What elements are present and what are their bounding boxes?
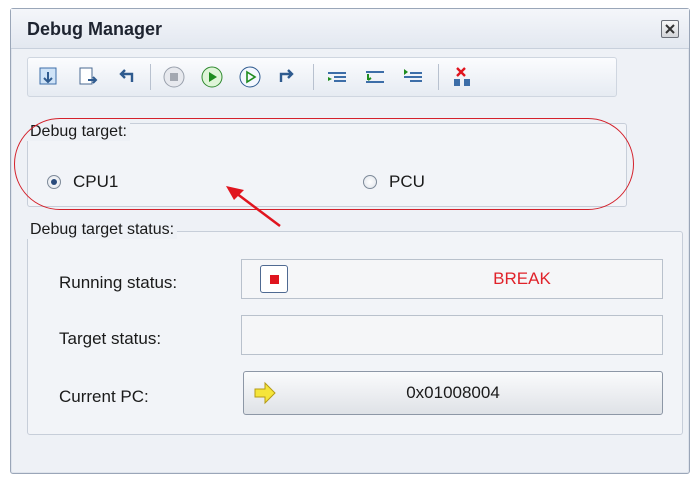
radio-pcu-button[interactable]	[363, 175, 377, 189]
step-out-button[interactable]	[398, 62, 428, 92]
toolbar-separator	[438, 64, 439, 90]
target-status-label: Target status:	[59, 329, 162, 348]
step-back-button[interactable]	[110, 62, 140, 92]
running-status-value: BREAK	[493, 269, 551, 288]
current-pc-value: 0x01008004	[406, 383, 500, 402]
radio-pcu[interactable]: PCU	[363, 172, 425, 192]
target-status-field	[241, 315, 663, 355]
go-icon	[201, 66, 223, 88]
toolbar	[27, 57, 617, 97]
step-out-icon	[404, 69, 422, 82]
close-icon	[665, 24, 675, 34]
radio-pcu-label: PCU	[389, 172, 425, 191]
step-over-icon	[366, 71, 384, 83]
download-button[interactable]	[34, 62, 64, 92]
running-status-field: BREAK	[241, 259, 663, 299]
stop-icon	[163, 66, 185, 88]
title-bar: Debug Manager	[11, 9, 689, 49]
debug-target-status-label: Debug target status:	[27, 221, 178, 239]
run-button[interactable]	[235, 62, 265, 92]
close-button[interactable]	[661, 20, 679, 38]
go-button[interactable]	[197, 62, 227, 92]
window-title: Debug Manager	[27, 19, 163, 39]
running-status-label: Running status:	[59, 273, 178, 292]
return-button[interactable]	[273, 62, 303, 92]
reset-icon	[79, 67, 98, 85]
disconnect-button[interactable]	[447, 62, 477, 92]
step-back-icon	[119, 69, 134, 82]
debug-target-label: Debug target:	[27, 123, 130, 141]
radio-cpu1[interactable]: CPU1	[47, 172, 118, 192]
toolbar-separator	[313, 64, 314, 90]
debug-manager-window: Debug Manager Debug target: CPU1 PCU Deb…	[10, 8, 690, 474]
step-in-icon	[328, 72, 346, 82]
step-in-button[interactable]	[322, 62, 352, 92]
toolbar-separator	[150, 64, 151, 90]
step-over-button[interactable]	[360, 62, 390, 92]
return-icon	[279, 69, 294, 82]
disconnect-icon	[454, 67, 470, 86]
reset-button[interactable]	[72, 62, 102, 92]
current-pc-button[interactable]: 0x01008004	[243, 371, 663, 415]
download-icon	[39, 67, 57, 85]
annotation-arrow-icon	[226, 186, 281, 227]
current-pc-label: Current PC:	[59, 387, 149, 406]
radio-cpu1-label: CPU1	[73, 172, 119, 191]
run-icon	[239, 66, 261, 88]
stop-button[interactable]	[159, 62, 189, 92]
radio-cpu1-button[interactable]	[47, 175, 61, 189]
